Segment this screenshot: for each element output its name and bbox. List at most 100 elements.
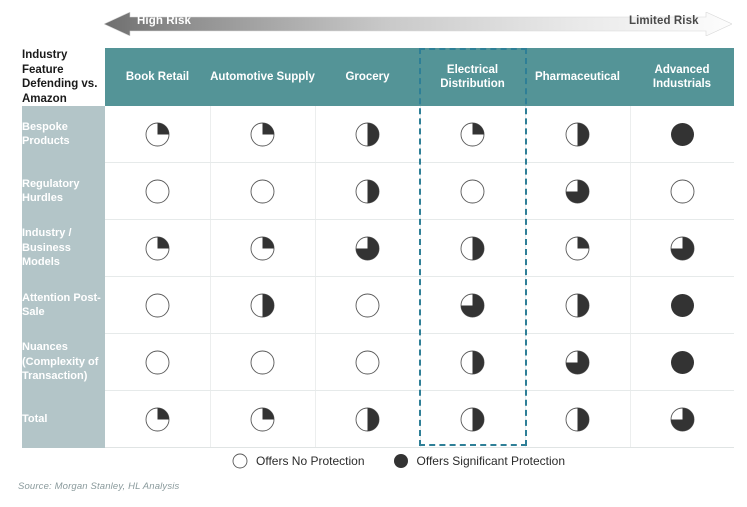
- column-header-electrical-distribution: Electrical Distribution: [420, 48, 525, 106]
- cell-attention-post-sale-grocery: [315, 276, 421, 334]
- cell-nuances-complexity-of-transaction-electrical-distribution: [420, 333, 526, 391]
- harvey-ball-icon: [145, 179, 170, 203]
- legend-label-significant-protection: Offers Significant Protection: [416, 454, 566, 468]
- harvey-ball-icon: [355, 236, 380, 260]
- cell-regulatory-hurdles-pharmaceutical: [525, 162, 631, 220]
- harvey-ball-icon: [460, 179, 485, 203]
- risk-label-high: High Risk: [137, 15, 191, 27]
- harvey-ball-icon: [670, 122, 695, 146]
- matrix-corner-label: Industry Feature Defending vs. Amazon: [22, 48, 105, 106]
- row-label-nuances-complexity-of-transaction: Nuances (Complexity of Transaction): [22, 333, 105, 391]
- pie-empty-icon: [232, 452, 248, 470]
- harvey-ball-icon: [565, 236, 590, 260]
- harvey-ball-icon: [250, 407, 275, 431]
- harvey-ball-icon: [565, 350, 590, 374]
- row-label-attention-post-sale: Attention Post-Sale: [22, 276, 105, 334]
- cell-nuances-complexity-of-transaction-grocery: [315, 333, 421, 391]
- cell-nuances-complexity-of-transaction-advanced-industrials: [630, 333, 734, 391]
- cell-bespoke-products-advanced-industrials: [630, 106, 734, 163]
- cell-nuances-complexity-of-transaction-automotive-supply: [210, 333, 316, 391]
- cell-regulatory-hurdles-electrical-distribution: [420, 162, 526, 220]
- matrix-row: Bespoke Products: [22, 106, 734, 163]
- column-header-book-retail: Book Retail: [105, 48, 210, 106]
- harvey-ball-icon: [250, 236, 275, 260]
- harvey-ball-icon: [145, 350, 170, 374]
- cell-regulatory-hurdles-book-retail: [105, 162, 211, 220]
- column-header-grocery: Grocery: [315, 48, 420, 106]
- cell-total-advanced-industrials: [630, 390, 734, 448]
- cell-regulatory-hurdles-advanced-industrials: [630, 162, 734, 220]
- matrix-row: Industry / Business Models: [22, 219, 734, 277]
- cell-regulatory-hurdles-grocery: [315, 162, 421, 220]
- harvey-ball-icon: [670, 293, 695, 317]
- harvey-ball-icon: [145, 122, 170, 146]
- harvey-ball-icon: [355, 179, 380, 203]
- cell-bespoke-products-book-retail: [105, 106, 211, 163]
- harvey-ball-icon: [355, 293, 380, 317]
- cell-nuances-complexity-of-transaction-pharmaceutical: [525, 333, 631, 391]
- column-header-pharmaceutical: Pharmaceutical: [525, 48, 630, 106]
- column-header-automotive-supply: Automotive Supply: [210, 48, 315, 106]
- harvey-ball-icon: [250, 293, 275, 317]
- harvey-ball-icon: [460, 122, 485, 146]
- cell-total-book-retail: [105, 390, 211, 448]
- risk-label-limited: Limited Risk: [629, 15, 699, 27]
- matrix-row: Total: [22, 390, 734, 448]
- pie-full-icon: [393, 452, 409, 470]
- cell-industry-business-models-grocery: [315, 219, 421, 277]
- matrix-row: Nuances (Complexity of Transaction): [22, 333, 734, 391]
- row-label-total: Total: [22, 390, 105, 448]
- row-label-industry-business-models: Industry / Business Models: [22, 219, 105, 277]
- source-note: Source: Morgan Stanley, HL Analysis: [18, 481, 180, 492]
- harvey-ball-icon: [460, 293, 485, 317]
- cell-bespoke-products-pharmaceutical: [525, 106, 631, 163]
- harvey-ball-icon: [460, 236, 485, 260]
- harvey-ball-icon: [565, 122, 590, 146]
- matrix-body: Bespoke Products Regulatory Hurdles Indust…: [22, 106, 734, 448]
- cell-bespoke-products-grocery: [315, 106, 421, 163]
- matrix-row: Regulatory Hurdles: [22, 162, 734, 220]
- matrix-header-row: Industry Feature Defending vs. Amazon Bo…: [22, 48, 734, 106]
- legend: Offers No Protection Offers Significant …: [232, 452, 565, 470]
- cell-attention-post-sale-book-retail: [105, 276, 211, 334]
- cell-regulatory-hurdles-automotive-supply: [210, 162, 316, 220]
- cell-attention-post-sale-automotive-supply: [210, 276, 316, 334]
- harvey-ball-icon: [565, 179, 590, 203]
- cell-attention-post-sale-electrical-distribution: [420, 276, 526, 334]
- harvey-ball-icon: [565, 293, 590, 317]
- industry-feature-matrix: Industry Feature Defending vs. Amazon Bo…: [22, 48, 734, 448]
- cell-nuances-complexity-of-transaction-book-retail: [105, 333, 211, 391]
- harvey-ball-icon: [565, 407, 590, 431]
- harvey-ball-icon: [670, 236, 695, 260]
- cell-industry-business-models-electrical-distribution: [420, 219, 526, 277]
- harvey-ball-icon: [670, 407, 695, 431]
- harvey-ball-icon: [355, 407, 380, 431]
- legend-item-no-protection: Offers No Protection: [232, 452, 365, 470]
- harvey-ball-icon: [355, 122, 380, 146]
- cell-total-grocery: [315, 390, 421, 448]
- cell-total-electrical-distribution: [420, 390, 526, 448]
- cell-industry-business-models-book-retail: [105, 219, 211, 277]
- harvey-ball-icon: [670, 179, 695, 203]
- harvey-ball-icon: [250, 122, 275, 146]
- cell-industry-business-models-pharmaceutical: [525, 219, 631, 277]
- legend-item-significant-protection: Offers Significant Protection: [393, 452, 566, 470]
- harvey-ball-icon: [460, 407, 485, 431]
- matrix-row: Attention Post-Sale: [22, 276, 734, 334]
- cell-total-pharmaceutical: [525, 390, 631, 448]
- harvey-ball-icon: [355, 350, 380, 374]
- row-label-regulatory-hurdles: Regulatory Hurdles: [22, 162, 105, 220]
- harvey-ball-icon: [145, 407, 170, 431]
- column-header-advanced-industrials: Advanced Industrials: [630, 48, 734, 106]
- cell-bespoke-products-automotive-supply: [210, 106, 316, 163]
- cell-industry-business-models-advanced-industrials: [630, 219, 734, 277]
- harvey-ball-icon: [250, 179, 275, 203]
- harvey-ball-icon: [670, 350, 695, 374]
- harvey-ball-icon: [145, 293, 170, 317]
- cell-bespoke-products-electrical-distribution: [420, 106, 526, 163]
- cell-industry-business-models-automotive-supply: [210, 219, 316, 277]
- harvey-ball-icon: [145, 236, 170, 260]
- row-label-bespoke-products: Bespoke Products: [22, 106, 105, 163]
- cell-attention-post-sale-pharmaceutical: [525, 276, 631, 334]
- harvey-ball-icon: [250, 350, 275, 374]
